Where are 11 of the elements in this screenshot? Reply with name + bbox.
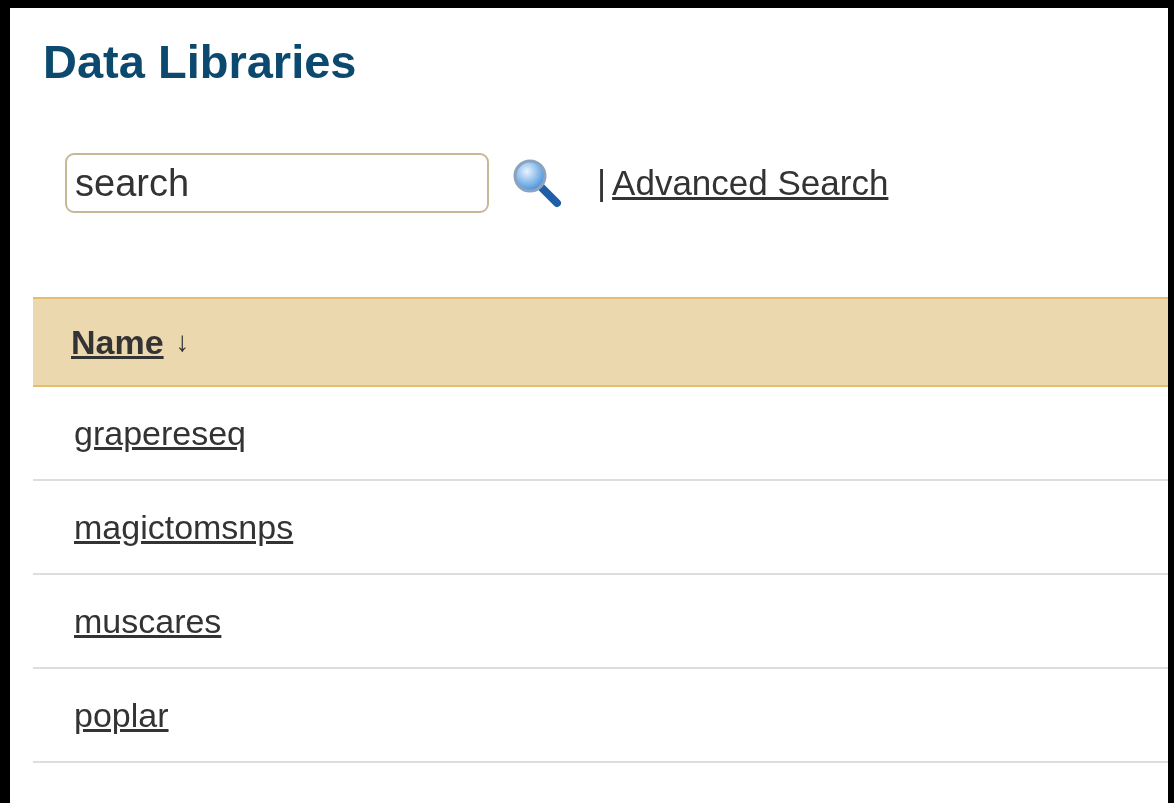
library-link[interactable]: grapereseq bbox=[74, 413, 246, 453]
search-field[interactable]: search bbox=[65, 153, 489, 213]
library-link[interactable]: poplar bbox=[74, 695, 169, 735]
sort-indicator: ↓ bbox=[175, 326, 190, 358]
separator: | bbox=[597, 163, 607, 203]
library-link[interactable]: muscares bbox=[74, 601, 222, 641]
page-title: Data Libraries bbox=[42, 34, 358, 90]
library-link[interactable]: magictomsnps bbox=[74, 507, 294, 547]
name-column-header[interactable]: Name bbox=[71, 322, 164, 362]
search-icon[interactable] bbox=[511, 157, 563, 209]
advanced-search-link[interactable]: Advanced Search bbox=[612, 163, 889, 203]
